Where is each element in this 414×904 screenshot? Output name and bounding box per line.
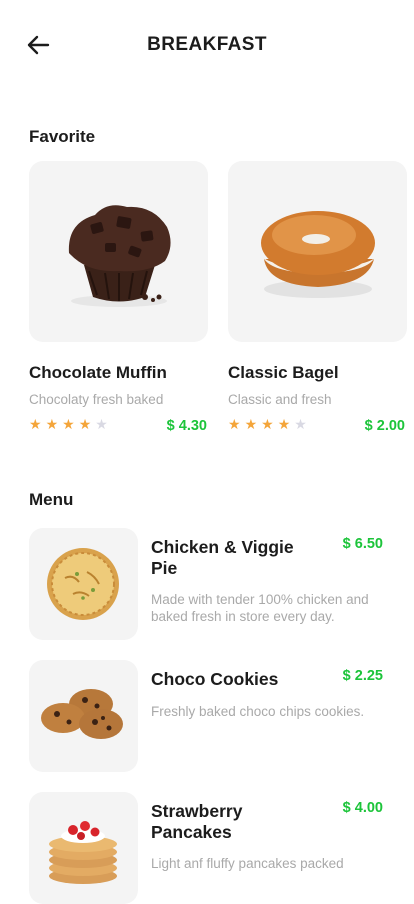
favorite-item-desc: Chocolaty fresh baked bbox=[29, 392, 164, 407]
favorite-card[interactable]: Classic Bagel Classic and fresh ★ ★ ★ ★ … bbox=[228, 161, 408, 434]
menu-item-name: Choco Cookies bbox=[151, 669, 279, 689]
favorite-item-price: $ 2.00 bbox=[364, 418, 405, 434]
star-icon: ★ bbox=[29, 416, 42, 432]
rating-stars: ★ ★ ★ ★ ★ bbox=[228, 417, 307, 431]
star-icon: ★ bbox=[277, 416, 291, 432]
star-icon: ★ bbox=[228, 416, 241, 432]
star-icon: ★ bbox=[261, 416, 274, 432]
menu-item[interactable]: Chicken & Viggie Pie $ 6.50 Made with te… bbox=[29, 528, 389, 640]
star-icon: ★ bbox=[78, 416, 92, 432]
menu-item-desc: Made with tender 100% chicken and baked … bbox=[151, 592, 369, 624]
favorite-item-price: $ 4.30 bbox=[166, 418, 207, 434]
chicken-pie-image bbox=[29, 528, 138, 640]
favorite-card[interactable]: Chocolate Muffin Chocolaty fresh baked ★… bbox=[29, 161, 209, 434]
strawberry-pancakes-image bbox=[29, 792, 138, 904]
menu-item-desc: Light anf fluffy pancakes packed bbox=[151, 856, 344, 871]
page-title: BREAKFAST bbox=[147, 34, 267, 55]
chocolate-muffin-image bbox=[29, 161, 208, 342]
star-icon: ★ bbox=[62, 416, 75, 432]
menu-item-price: $ 4.00 bbox=[342, 800, 383, 816]
rating-stars: ★ ★ ★ ★ ★ bbox=[29, 417, 108, 431]
menu-item-desc: Freshly baked choco chips cookies. bbox=[151, 704, 365, 719]
menu-item-price: $ 2.25 bbox=[342, 668, 383, 684]
star-icon: ★ bbox=[244, 416, 258, 432]
star-icon: ★ bbox=[294, 416, 307, 432]
classic-bagel-image bbox=[228, 161, 407, 342]
menu-item[interactable]: Choco Cookies $ 2.25 Freshly baked choco… bbox=[29, 660, 389, 772]
menu-item-name: Strawberry Pancakes bbox=[151, 801, 243, 842]
favorite-item-desc: Classic and fresh bbox=[228, 392, 332, 407]
header: BREAKFAST bbox=[0, 0, 414, 90]
favorite-section-title: Favorite bbox=[29, 127, 96, 146]
star-icon: ★ bbox=[45, 416, 59, 432]
star-icon: ★ bbox=[95, 416, 108, 432]
menu-item-price: $ 6.50 bbox=[342, 536, 383, 552]
menu-item[interactable]: Strawberry Pancakes $ 4.00 Light anf flu… bbox=[29, 792, 389, 904]
favorite-item-name: Chocolate Muffin bbox=[29, 363, 167, 382]
favorite-item-name: Classic Bagel bbox=[228, 363, 339, 382]
choco-cookies-image bbox=[29, 660, 138, 772]
menu-section-title: Menu bbox=[29, 490, 74, 509]
menu-item-name: Chicken & Viggie Pie bbox=[151, 537, 294, 578]
